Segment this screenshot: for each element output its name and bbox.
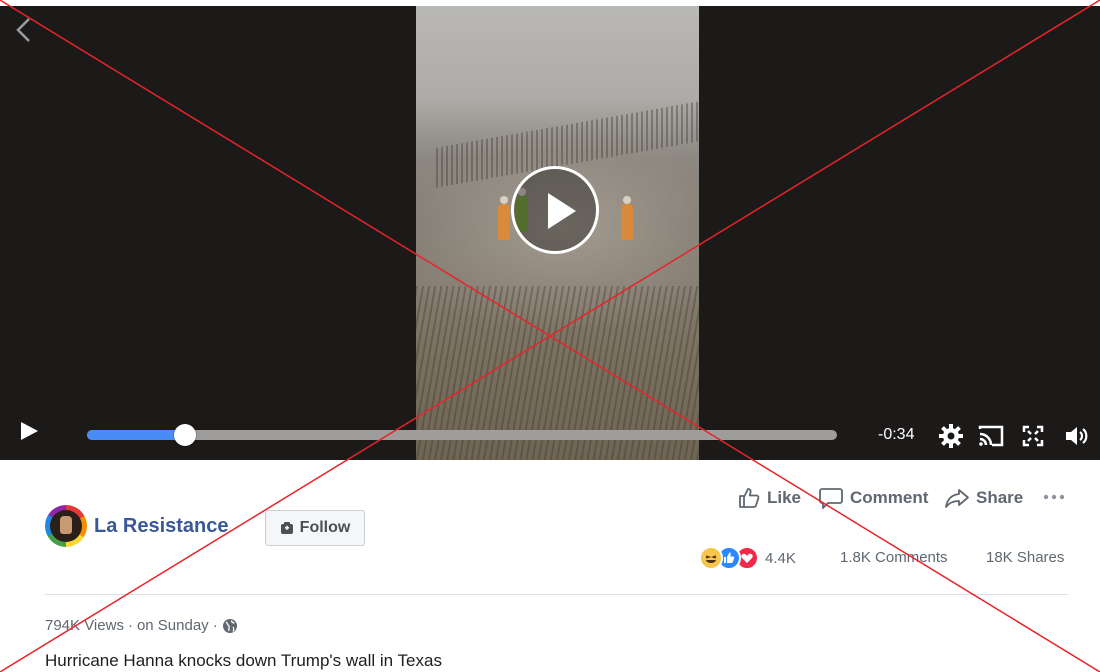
progress-fill bbox=[87, 430, 185, 440]
progress-knob[interactable] bbox=[173, 424, 196, 446]
like-button[interactable]: Like bbox=[737, 484, 801, 512]
comment-label: Comment bbox=[850, 488, 929, 507]
avatar[interactable] bbox=[45, 505, 87, 547]
post-date-link[interactable]: on Sunday bbox=[137, 617, 209, 634]
meta-separator: · bbox=[127, 617, 133, 634]
time-remaining: -0:34 bbox=[878, 426, 915, 443]
meta-separator: · bbox=[212, 617, 218, 634]
avatar-image bbox=[50, 510, 82, 542]
cast-icon[interactable] bbox=[977, 422, 1005, 450]
frame-worker bbox=[621, 196, 633, 240]
follow-icon bbox=[280, 522, 293, 534]
post-meta: 794K Views · on Sunday · bbox=[45, 617, 238, 634]
divider bbox=[45, 594, 1068, 595]
post-caption: Hurricane Hanna knocks down Trump's wall… bbox=[45, 651, 442, 670]
follow-label: Follow bbox=[299, 519, 351, 536]
reactions-count: 4.4K bbox=[765, 549, 796, 567]
page-name-link[interactable]: La Resistance bbox=[94, 515, 229, 538]
fullscreen-icon[interactable] bbox=[1019, 422, 1047, 450]
raised-fist-icon bbox=[60, 516, 72, 534]
more-dots-icon[interactable] bbox=[1042, 487, 1066, 507]
back-chevron-icon[interactable] bbox=[14, 16, 34, 44]
thumbs-up-icon bbox=[739, 488, 760, 508]
play-overlay-button[interactable] bbox=[511, 166, 599, 254]
progress-bar[interactable] bbox=[87, 424, 837, 446]
comments-count-link[interactable]: 1.8K Comments bbox=[840, 549, 948, 566]
video-player[interactable]: -0:34 bbox=[0, 6, 1100, 460]
share-arrow-icon bbox=[945, 489, 969, 508]
like-label: Like bbox=[767, 488, 802, 507]
volume-icon[interactable] bbox=[1062, 422, 1090, 450]
play-icon[interactable] bbox=[18, 420, 40, 442]
globe-icon[interactable] bbox=[222, 618, 238, 634]
share-button[interactable]: Share bbox=[944, 484, 1023, 512]
follow-button[interactable]: Follow bbox=[265, 510, 365, 546]
gear-icon[interactable] bbox=[937, 422, 965, 450]
share-label: Share bbox=[976, 488, 1024, 507]
frame-worker bbox=[498, 196, 510, 240]
views-count: 794K Views bbox=[45, 617, 124, 634]
haha-reaction-icon bbox=[699, 546, 723, 570]
comment-bubble-icon bbox=[819, 488, 843, 509]
reactions-summary[interactable]: 4.4K bbox=[699, 545, 796, 571]
comment-button[interactable]: Comment bbox=[818, 484, 928, 512]
shares-count-link[interactable]: 18K Shares bbox=[986, 549, 1064, 566]
